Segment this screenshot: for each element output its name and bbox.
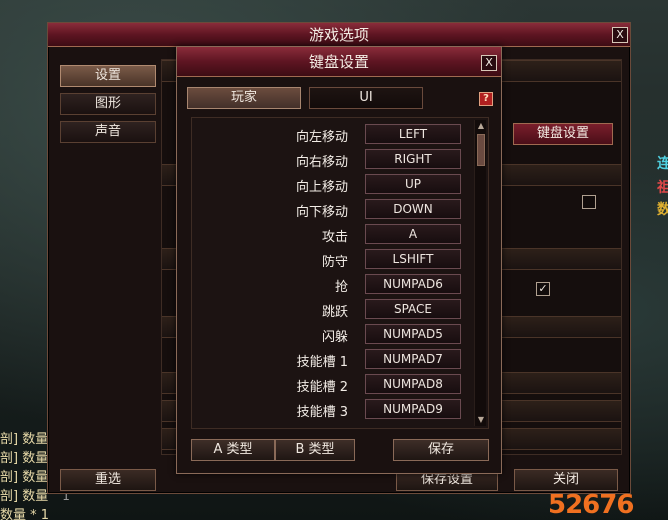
key-binding-list: 向左移动 LEFT 向右移动 RIGHT 向上移动 UP 向下移动 DOWN 攻… (191, 117, 489, 429)
close-button[interactable]: 关闭 (514, 469, 618, 491)
help-icon[interactable]: ? (479, 92, 493, 106)
key-binding-row: 向下移动 DOWN (192, 197, 472, 222)
sidebar-item-sound[interactable]: 声音 (60, 121, 156, 143)
binding-key-button[interactable]: NUMPAD5 (365, 324, 461, 344)
sidebar-item-settings[interactable]: 设置 (60, 65, 156, 87)
binding-key-button[interactable]: A (365, 224, 461, 244)
key-binding-row: 跳跃 SPACE (192, 297, 472, 322)
binding-action-label: 技能槽 2 (296, 380, 348, 395)
key-binding-row: 向上移动 UP (192, 172, 472, 197)
type-b-button[interactable]: B 类型 (275, 439, 355, 461)
binding-key-button[interactable]: SPACE (365, 299, 461, 319)
binding-action-label: 跳跃 (321, 305, 348, 320)
binding-key-button[interactable]: NUMPAD9 (365, 399, 461, 419)
binding-action-label: 向右移动 (295, 155, 348, 170)
tab-ui[interactable]: UI (309, 87, 423, 109)
binding-action-label: 技能槽 3 (296, 405, 348, 420)
binding-action-label: 向上移动 (295, 180, 348, 195)
side-text-1: 连 (657, 156, 668, 172)
game-options-title: 游戏选项 (308, 26, 369, 44)
key-binding-row: 防守 LSHIFT (192, 247, 472, 272)
binding-key-button[interactable]: UP (365, 174, 461, 194)
binding-action-label: 闪躲 (321, 330, 348, 345)
key-binding-row: 向右移动 RIGHT (192, 147, 472, 172)
keyboard-settings-close-button[interactable]: X (481, 55, 497, 71)
binding-action-label: 技能槽 1 (296, 355, 348, 370)
key-binding-row: 攻击 A (192, 222, 472, 247)
binding-action-label: 向下移动 (295, 205, 348, 220)
binding-key-button[interactable]: NUMPAD6 (365, 274, 461, 294)
tab-player[interactable]: 玩家 (187, 87, 301, 109)
site-watermark: 52676 (548, 490, 634, 520)
key-binding-row: 技能槽 1 NUMPAD7 (192, 347, 472, 372)
keyboard-settings-dialog: 键盘设置 X 玩家 UI ? 向左移动 LEFT 向右移动 RIGHT 向上移动… (176, 46, 502, 474)
binding-list-scrollbar[interactable]: ▲ ▼ (474, 120, 486, 426)
binding-action-label: 向左移动 (295, 130, 348, 145)
reset-button[interactable]: 重选 (60, 469, 156, 491)
option-checkbox[interactable] (582, 195, 596, 209)
key-binding-row: 向左移动 LEFT (192, 122, 472, 147)
scroll-up-icon[interactable]: ▲ (475, 120, 487, 132)
binding-key-button[interactable]: LSHIFT (365, 249, 461, 269)
key-binding-row: 技能槽 3 NUMPAD9 (192, 397, 472, 422)
binding-action-label: 防守 (321, 255, 348, 270)
keyboard-settings-title: 键盘设置 (308, 53, 369, 71)
key-binding-row: 技能槽 2 NUMPAD8 (192, 372, 472, 397)
key-binding-row: 抢 NUMPAD6 (192, 272, 472, 297)
chat-line: 数量 * 1 (0, 508, 50, 520)
scroll-down-icon[interactable]: ▼ (475, 414, 487, 426)
binding-key-button[interactable]: LEFT (365, 124, 461, 144)
keyboard-settings-titlebar: 键盘设置 (177, 47, 501, 77)
binding-key-button[interactable]: NUMPAD7 (365, 349, 461, 369)
type-a-button[interactable]: A 类型 (191, 439, 275, 461)
key-binding-row: 闪躲 NUMPAD5 (192, 322, 472, 347)
game-options-close-button[interactable]: X (612, 27, 628, 43)
binding-key-button[interactable]: RIGHT (365, 149, 461, 169)
sidebar-item-graphics[interactable]: 图形 (60, 93, 156, 115)
binding-key-button[interactable]: DOWN (365, 199, 461, 219)
binding-key-button[interactable]: NUMPAD8 (365, 374, 461, 394)
save-button[interactable]: 保存 (393, 439, 489, 461)
option-checkbox-checked[interactable]: ✓ (536, 282, 550, 296)
binding-action-label: 攻击 (321, 230, 348, 245)
game-options-titlebar: 游戏选项 (48, 23, 630, 47)
keyboard-settings-button[interactable]: 键盘设置 (513, 123, 613, 145)
binding-action-label: 抢 (334, 280, 348, 295)
side-text-3: 数 (657, 202, 668, 218)
side-text-2: 祖 (657, 180, 668, 196)
scrollbar-thumb[interactable] (477, 134, 485, 166)
